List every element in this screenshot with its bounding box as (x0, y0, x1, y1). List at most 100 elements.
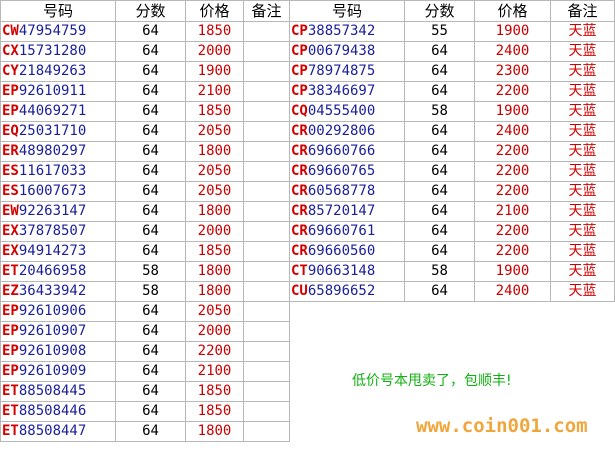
col-header-note: 备注 (243, 0, 290, 22)
col-header-price: 价格 (185, 0, 244, 22)
price-cell: 2000 (185, 41, 244, 62)
score-cell: 64 (115, 301, 186, 322)
number-prefix: CQ (291, 103, 308, 119)
number-prefix: EP (2, 303, 19, 319)
score-cell: 64 (404, 201, 475, 222)
phone-number-cell: CQ04555400 (289, 101, 405, 122)
price-cell: 2050 (185, 161, 244, 182)
score-cell: 58 (404, 261, 475, 282)
price-cell: 2400 (474, 121, 551, 142)
number-prefix: EP (2, 323, 19, 339)
score-cell: 64 (115, 361, 186, 382)
score-cell: 64 (404, 141, 475, 162)
number-digits: 92610908 (18, 343, 87, 359)
score-cell: 64 (404, 221, 475, 242)
table-row: EX37878507 64 2000 CR69660761 64 2200 天蓝 (0, 221, 615, 242)
note-cell (243, 201, 290, 222)
number-prefix: CP (291, 83, 308, 99)
number-digits: 47954759 (18, 23, 87, 39)
score-cell: 64 (115, 121, 186, 142)
note-cell (243, 181, 290, 202)
phone-number-cell: CP38857342 (289, 21, 405, 42)
phone-number-cell: CU65896652 (289, 281, 405, 302)
phone-number-cell: ET88508446 (0, 401, 116, 422)
note-cell (243, 221, 290, 242)
number-digits: 21849263 (18, 63, 87, 79)
number-digits: 92610906 (18, 303, 87, 319)
phone-number-cell: CR69660761 (289, 221, 405, 242)
score-cell: 64 (404, 61, 475, 82)
phone-number-cell: ET88508445 (0, 381, 116, 402)
number-digits: 92610907 (18, 323, 87, 339)
price-cell: 2200 (474, 81, 551, 102)
number-prefix: CW (2, 23, 19, 39)
phone-number-cell: CX15731280 (0, 41, 116, 62)
table-row: ES16007673 64 2050 CR60568778 64 2200 天蓝 (0, 181, 615, 202)
price-cell: 2050 (185, 121, 244, 142)
number-digits: 69660761 (307, 223, 376, 239)
note-cell: 天蓝 (550, 21, 615, 42)
phone-number-cell: CP38346697 (289, 81, 405, 102)
phone-number-cell: CR60568778 (289, 181, 405, 202)
number-prefix: EP (2, 343, 19, 359)
phone-number-cell: CY21849263 (0, 61, 116, 82)
table-row: EX94914273 64 1850 CR69660560 64 2200 天蓝 (0, 241, 615, 262)
score-cell: 64 (115, 381, 186, 402)
phone-number-cell: ER48980297 (0, 141, 116, 162)
phone-number-cell: CR69660560 (289, 241, 405, 262)
number-prefix: CR (291, 123, 308, 139)
number-prefix: ET (2, 263, 19, 279)
note-cell (243, 121, 290, 142)
price-cell: 1900 (474, 21, 551, 42)
note-cell (243, 281, 290, 302)
col-header-number: 号码 (289, 0, 405, 22)
price-cell: 2300 (474, 61, 551, 82)
note-cell: 天蓝 (550, 81, 615, 102)
number-digits: 92610909 (18, 363, 87, 379)
phone-number-cell: CW47954759 (0, 21, 116, 42)
note-cell: 天蓝 (550, 201, 615, 222)
note-cell: 天蓝 (550, 161, 615, 182)
note-cell: 天蓝 (550, 181, 615, 202)
number-prefix: CR (291, 223, 308, 239)
price-cell: 2000 (185, 321, 244, 342)
number-prefix: ES (2, 163, 19, 179)
price-cell: 2200 (474, 241, 551, 262)
note-cell: 天蓝 (550, 221, 615, 242)
number-digits: 38857342 (307, 23, 376, 39)
number-prefix: CR (291, 203, 308, 219)
price-cell: 2050 (185, 181, 244, 202)
table-row: EQ25031710 64 2050 CR00292806 64 2400 天蓝 (0, 121, 615, 142)
table-row: EW92263147 64 1800 CR85720147 64 2100 天蓝 (0, 201, 615, 222)
score-cell: 64 (115, 141, 186, 162)
score-cell: 64 (115, 181, 186, 202)
phone-number-cell: EX37878507 (0, 221, 116, 242)
number-prefix: ER (2, 143, 19, 159)
price-cell: 2200 (474, 141, 551, 162)
number-prefix: CR (291, 163, 308, 179)
phone-number-cell: EQ25031710 (0, 121, 116, 142)
phone-number-cell: EZ36433942 (0, 281, 116, 302)
number-digits: 60568778 (307, 183, 376, 199)
note-cell: 天蓝 (550, 261, 615, 282)
number-prefix: ET (2, 383, 19, 399)
number-prefix: CP (291, 43, 308, 59)
phone-number-cell: CP00679438 (289, 41, 405, 62)
sale-slogan: 低价号本甩卖了，包顺丰! (352, 373, 512, 389)
number-prefix: CX (2, 43, 19, 59)
phone-number-cell: ET20466958 (0, 261, 116, 282)
score-cell: 64 (404, 161, 475, 182)
table-row: EP44069271 64 1850 CQ04555400 58 1900 天蓝 (0, 101, 615, 122)
table-row: CY21849263 64 1900 CP78974875 64 2300 天蓝 (0, 61, 615, 82)
phone-number-cell: ET88508447 (0, 421, 116, 442)
number-digits: 69660765 (307, 163, 376, 179)
note-cell (243, 81, 290, 102)
price-cell: 1800 (185, 421, 244, 442)
score-cell: 64 (404, 281, 475, 302)
number-digits: 92263147 (18, 203, 87, 219)
score-cell: 64 (115, 321, 186, 342)
price-cell: 1900 (474, 261, 551, 282)
note-cell (243, 261, 290, 282)
price-cell: 1900 (185, 61, 244, 82)
price-cell: 2400 (474, 41, 551, 62)
